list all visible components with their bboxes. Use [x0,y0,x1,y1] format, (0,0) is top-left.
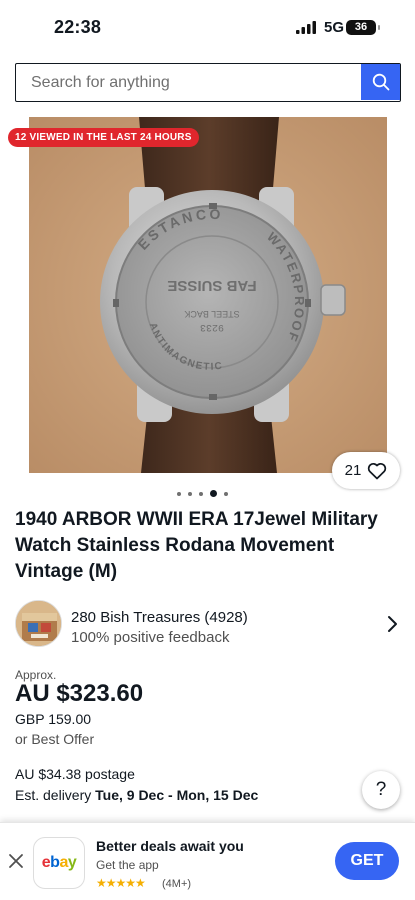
delivery-label: Est. delivery [15,787,96,803]
engraving-small: STEEL BACK [184,309,239,319]
app-banner: ebay Better deals await you Get the app … [0,822,415,900]
watch-photo: ESTANCO WATERPROOF FAB SUISSE STEEL BACK… [29,117,387,473]
seller-card[interactable]: 280 Bish Treasures (4928) 100% positive … [15,600,405,650]
get-app-button[interactable]: GET [335,842,399,880]
rating-stars: ★★★★★ [96,876,146,890]
search-bar [15,63,401,102]
close-icon[interactable] [8,853,24,869]
watch-button[interactable]: 21 [332,452,400,489]
pagination-dot[interactable] [210,490,217,497]
pagination-dot[interactable] [224,491,228,496]
viewed-badge: 12 VIEWED IN THE LAST 24 HOURS [8,128,199,147]
search-input[interactable] [16,64,361,101]
pagination-dot[interactable] [188,491,192,496]
pagination-dot[interactable] [199,491,203,496]
seller-feedback: 100% positive feedback [71,629,230,646]
banner-subtitle: Get the app [96,858,159,872]
seller-avatar [15,600,62,647]
chevron-right-icon [388,616,397,632]
rating-count: (4M+) [162,878,192,890]
status-bar: 22:38 5G 36 [0,0,415,56]
ebay-app-icon: ebay [33,837,85,889]
search-button[interactable] [361,64,400,100]
heart-icon [368,462,387,479]
pagination-dot[interactable] [177,491,181,496]
listing-title: 1940 ARBOR WWII ERA 17Jewel Military Wat… [15,509,378,582]
battery-icon: 36 [346,20,380,35]
engraving-center: FAB SUISSE [167,277,256,294]
app-icon-text: ebay [41,854,77,871]
engraving-serial: 9233 [200,321,224,332]
signal-icon [296,21,316,34]
listing-image[interactable]: ESTANCO WATERPROOF FAB SUISSE STEEL BACK… [29,117,387,473]
price-original: GBP 159.00 [15,711,92,727]
network-type: 5G [324,19,345,36]
delivery-estimate: Est. delivery Tue, 9 Dec - Mon, 15 Dec [15,787,258,803]
watchers-count: 21 [344,462,362,479]
search-icon [372,73,389,91]
best-offer-label: or Best Offer [15,731,95,747]
postage-cost: AU $34.38 postage [15,766,135,782]
help-button[interactable]: ? [362,771,400,809]
price-main: AU $323.60 [15,680,144,707]
image-pagination [177,490,228,497]
delivery-dates: Tue, 9 Dec - Mon, 15 Dec [95,787,259,803]
status-time: 22:38 [54,17,102,37]
banner-title: Better deals await you [96,838,244,854]
seller-name: 280 Bish Treasures (4928) [71,609,248,626]
